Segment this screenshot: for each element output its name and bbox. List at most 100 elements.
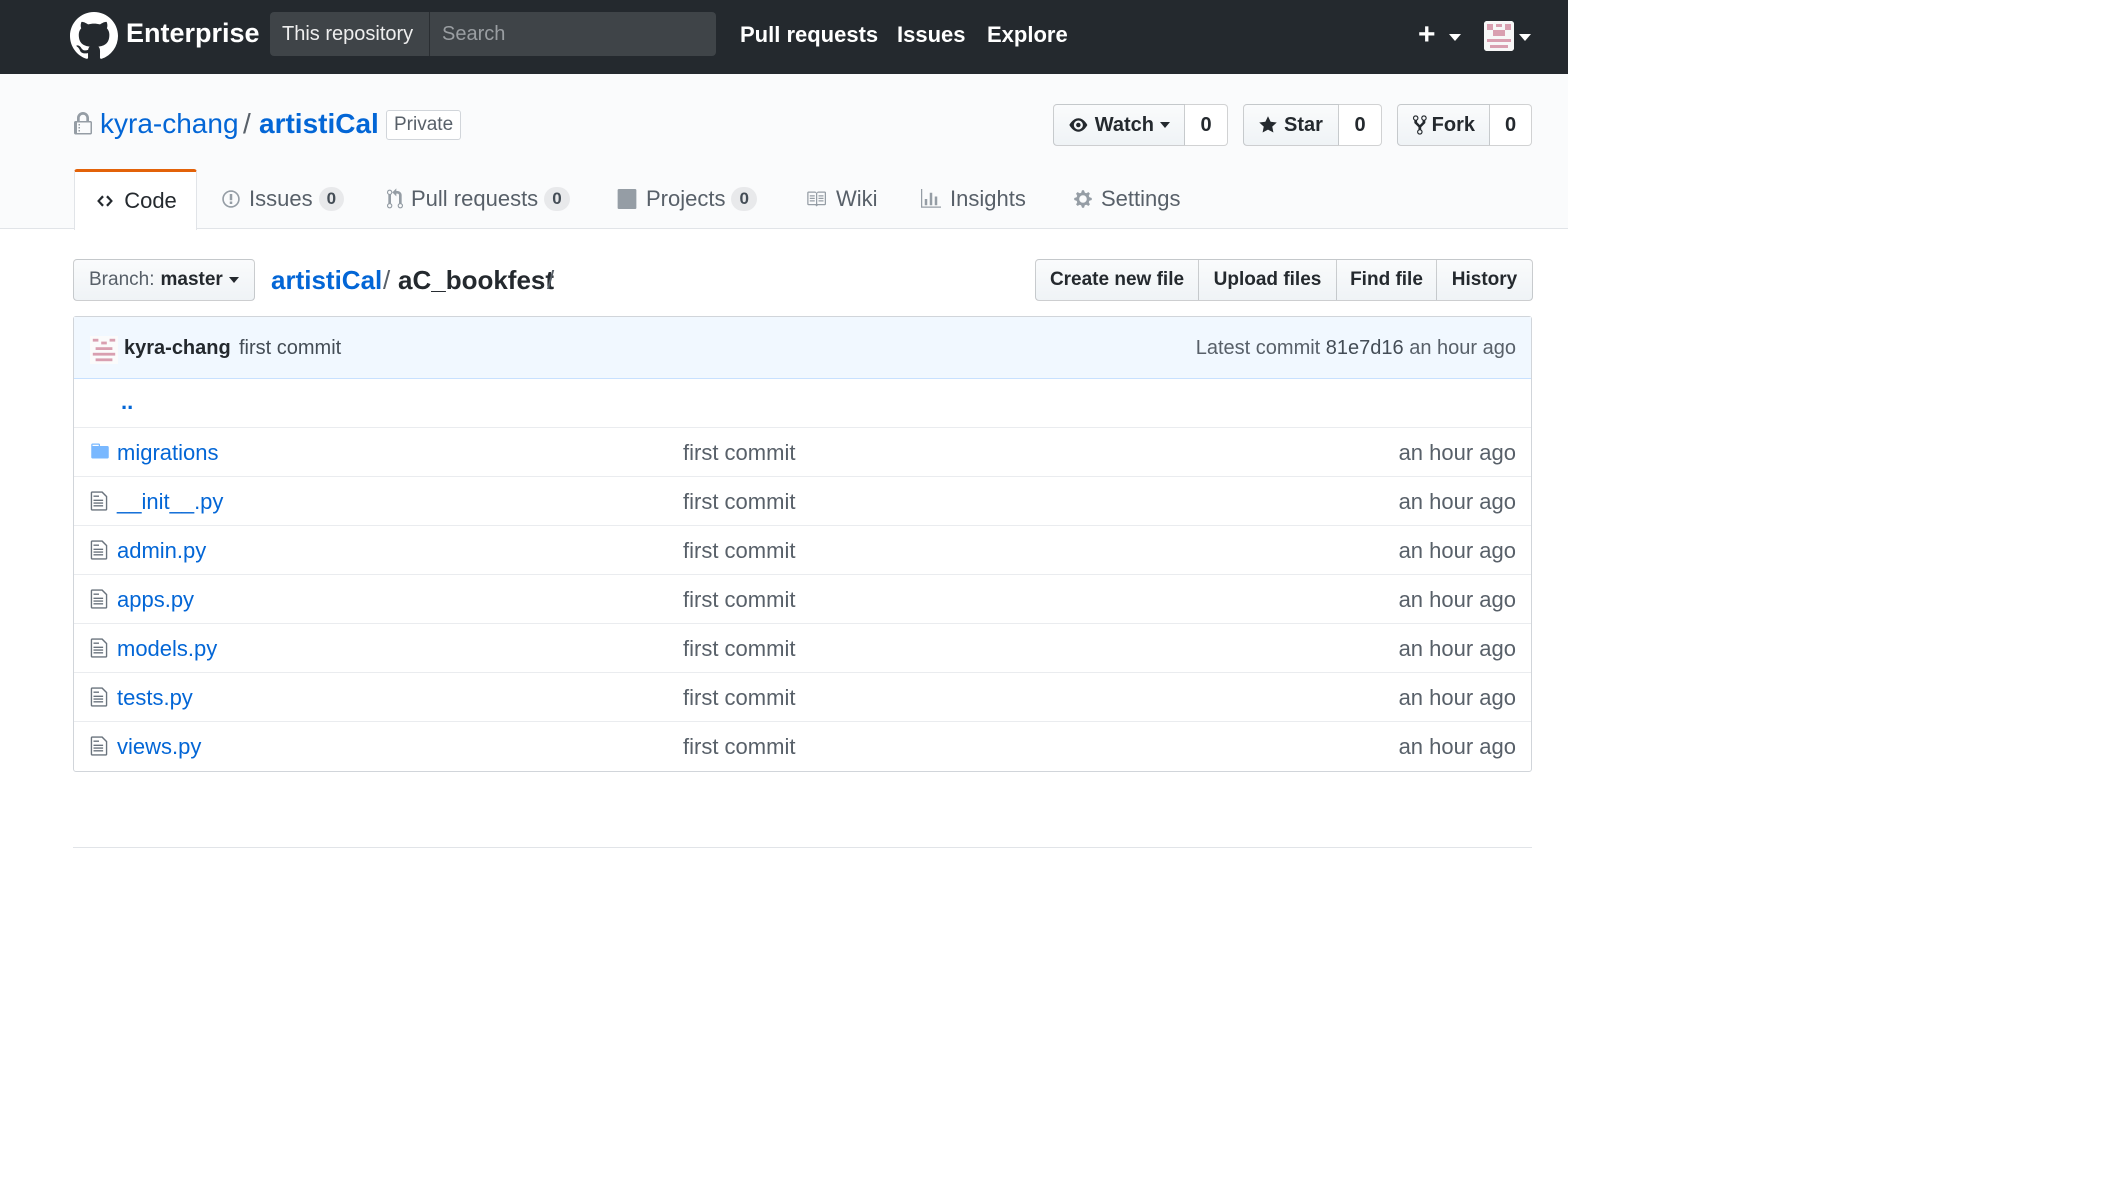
commit-author-link[interactable]: kyra-chang xyxy=(124,337,231,360)
tab-wiki-label: Wiki xyxy=(836,186,878,211)
tab-settings-label: Settings xyxy=(1101,186,1181,211)
tab-projects[interactable]: Projects 0 xyxy=(616,169,757,229)
file-age: an hour ago xyxy=(1398,734,1516,759)
commit-age: an hour ago xyxy=(1409,337,1516,359)
tab-settings[interactable]: Settings xyxy=(1073,169,1181,229)
fork-button-group: Fork 0 xyxy=(1397,104,1532,146)
branch-selector-button[interactable]: Branch: master xyxy=(73,259,255,301)
star-count[interactable]: 0 xyxy=(1339,104,1382,146)
tab-pull-requests[interactable]: Pull requests 0 xyxy=(387,169,570,229)
file-icon xyxy=(90,687,108,707)
table-row: views.py first commit an hour ago xyxy=(74,722,1531,771)
find-file-button[interactable]: Find file xyxy=(1336,259,1437,301)
code-icon xyxy=(94,192,116,210)
watch-label: Watch xyxy=(1094,113,1154,136)
file-commit-message-link[interactable]: first commit xyxy=(683,685,795,711)
file-name-link[interactable]: apps.py xyxy=(117,587,194,613)
file-age: an hour ago xyxy=(1398,636,1516,661)
create-new-file-button[interactable]: Create new file xyxy=(1035,259,1199,301)
file-commit-message-link[interactable]: first commit xyxy=(683,734,795,760)
github-logo-icon[interactable] xyxy=(70,12,118,60)
file-commit-message-link[interactable]: first commit xyxy=(683,538,795,564)
file-name-link[interactable]: models.py xyxy=(117,636,217,662)
tab-issues-counter: 0 xyxy=(318,187,345,211)
file-name-link[interactable]: views.py xyxy=(117,734,201,760)
history-button[interactable]: History xyxy=(1436,259,1533,301)
commit-sha-link[interactable]: 81e7d16 xyxy=(1326,337,1404,359)
latest-commit-info: Latest commit 81e7d16 an hour ago xyxy=(1196,337,1516,360)
repo-owner-link[interactable]: kyra-chang xyxy=(100,108,239,140)
watch-count[interactable]: 0 xyxy=(1185,104,1228,146)
fork-icon xyxy=(1412,115,1427,135)
branch-prefix: Branch: xyxy=(89,269,155,290)
tab-code-label: Code xyxy=(124,188,177,213)
file-icon xyxy=(90,540,108,560)
search-input[interactable] xyxy=(430,12,716,56)
file-commit-message-link[interactable]: first commit xyxy=(683,489,795,515)
issue-icon xyxy=(221,189,241,209)
footer-divider xyxy=(73,847,1532,848)
file-actions: Create new file Upload files Find file H… xyxy=(1035,259,1533,301)
file-commit-message-link[interactable]: first commit xyxy=(683,440,795,466)
nav-explore[interactable]: Explore xyxy=(987,22,1068,48)
parent-directory-link[interactable]: .. xyxy=(121,389,133,415)
file-commit-message-link[interactable]: first commit xyxy=(683,587,795,613)
repo-name-link[interactable]: artistiCal xyxy=(259,108,379,140)
pull-request-icon xyxy=(387,188,403,210)
tab-pull-requests-counter: 0 xyxy=(544,187,570,211)
project-icon xyxy=(616,189,638,209)
file-commit-message-link[interactable]: first commit xyxy=(683,636,795,662)
commit-author-avatar[interactable] xyxy=(90,336,118,364)
create-new-caret-icon[interactable] xyxy=(1449,34,1461,41)
fork-count[interactable]: 0 xyxy=(1490,104,1532,146)
gear-icon xyxy=(1073,189,1093,209)
breadcrumb-root-link[interactable]: artistiCal xyxy=(271,265,382,296)
commit-message-link[interactable]: first commit xyxy=(239,337,341,360)
brand-name[interactable]: Enterprise xyxy=(126,18,260,49)
table-row: tests.py first commit an hour ago xyxy=(74,673,1531,722)
lock-icon xyxy=(74,112,92,135)
tab-code[interactable]: Code xyxy=(74,169,197,230)
file-age: an hour ago xyxy=(1398,685,1516,710)
file-name-link[interactable]: tests.py xyxy=(117,685,193,711)
file-name-link[interactable]: migrations xyxy=(117,440,218,466)
file-icon xyxy=(90,491,108,511)
breadcrumb-trailing-separator: / xyxy=(547,265,555,295)
table-row: models.py first commit an hour ago xyxy=(74,624,1531,673)
star-button[interactable]: Star xyxy=(1243,104,1339,146)
nav-pull-requests[interactable]: Pull requests xyxy=(740,22,878,48)
tab-insights-label: Insights xyxy=(950,186,1026,211)
nav-issues[interactable]: Issues xyxy=(897,22,966,48)
fork-button[interactable]: Fork xyxy=(1397,104,1490,146)
identicon-icon xyxy=(1484,21,1514,51)
star-button-group: Star 0 xyxy=(1243,104,1382,146)
tab-projects-counter: 0 xyxy=(731,187,757,211)
file-age: an hour ago xyxy=(1398,538,1516,563)
search-scope-label[interactable]: This repository xyxy=(270,12,430,56)
watch-button-group: Watch 0 xyxy=(1053,104,1228,146)
graph-icon xyxy=(920,189,942,209)
file-listing: kyra-chang first commit Latest commit 81… xyxy=(73,316,1532,772)
breadcrumb-current-dir: aC_bookfest xyxy=(398,265,555,295)
tab-insights[interactable]: Insights xyxy=(920,169,1026,229)
star-label: Star xyxy=(1284,113,1323,136)
file-name-link[interactable]: admin.py xyxy=(117,538,206,564)
create-new-plus-icon[interactable]: + xyxy=(1418,20,1436,50)
table-row: apps.py first commit an hour ago xyxy=(74,575,1531,624)
user-menu-caret-icon[interactable] xyxy=(1519,34,1531,41)
book-icon xyxy=(804,189,828,209)
file-name-link[interactable]: __init__.py xyxy=(117,489,223,515)
watch-caret-icon xyxy=(1160,122,1170,128)
tab-wiki[interactable]: Wiki xyxy=(804,169,878,229)
file-age: an hour ago xyxy=(1398,489,1516,514)
file-age: an hour ago xyxy=(1398,587,1516,612)
user-avatar[interactable] xyxy=(1484,21,1514,51)
table-row: admin.py first commit an hour ago xyxy=(74,526,1531,575)
latest-commit-label: Latest commit xyxy=(1195,337,1321,359)
tab-issues[interactable]: Issues 0 xyxy=(221,169,345,229)
watch-button[interactable]: Watch xyxy=(1053,104,1185,146)
fork-label: Fork xyxy=(1431,113,1475,136)
repo-header: kyra-chang / artistiCal Private Watch 0 … xyxy=(0,74,1568,230)
file-icon xyxy=(90,638,108,658)
upload-files-button[interactable]: Upload files xyxy=(1198,259,1337,301)
